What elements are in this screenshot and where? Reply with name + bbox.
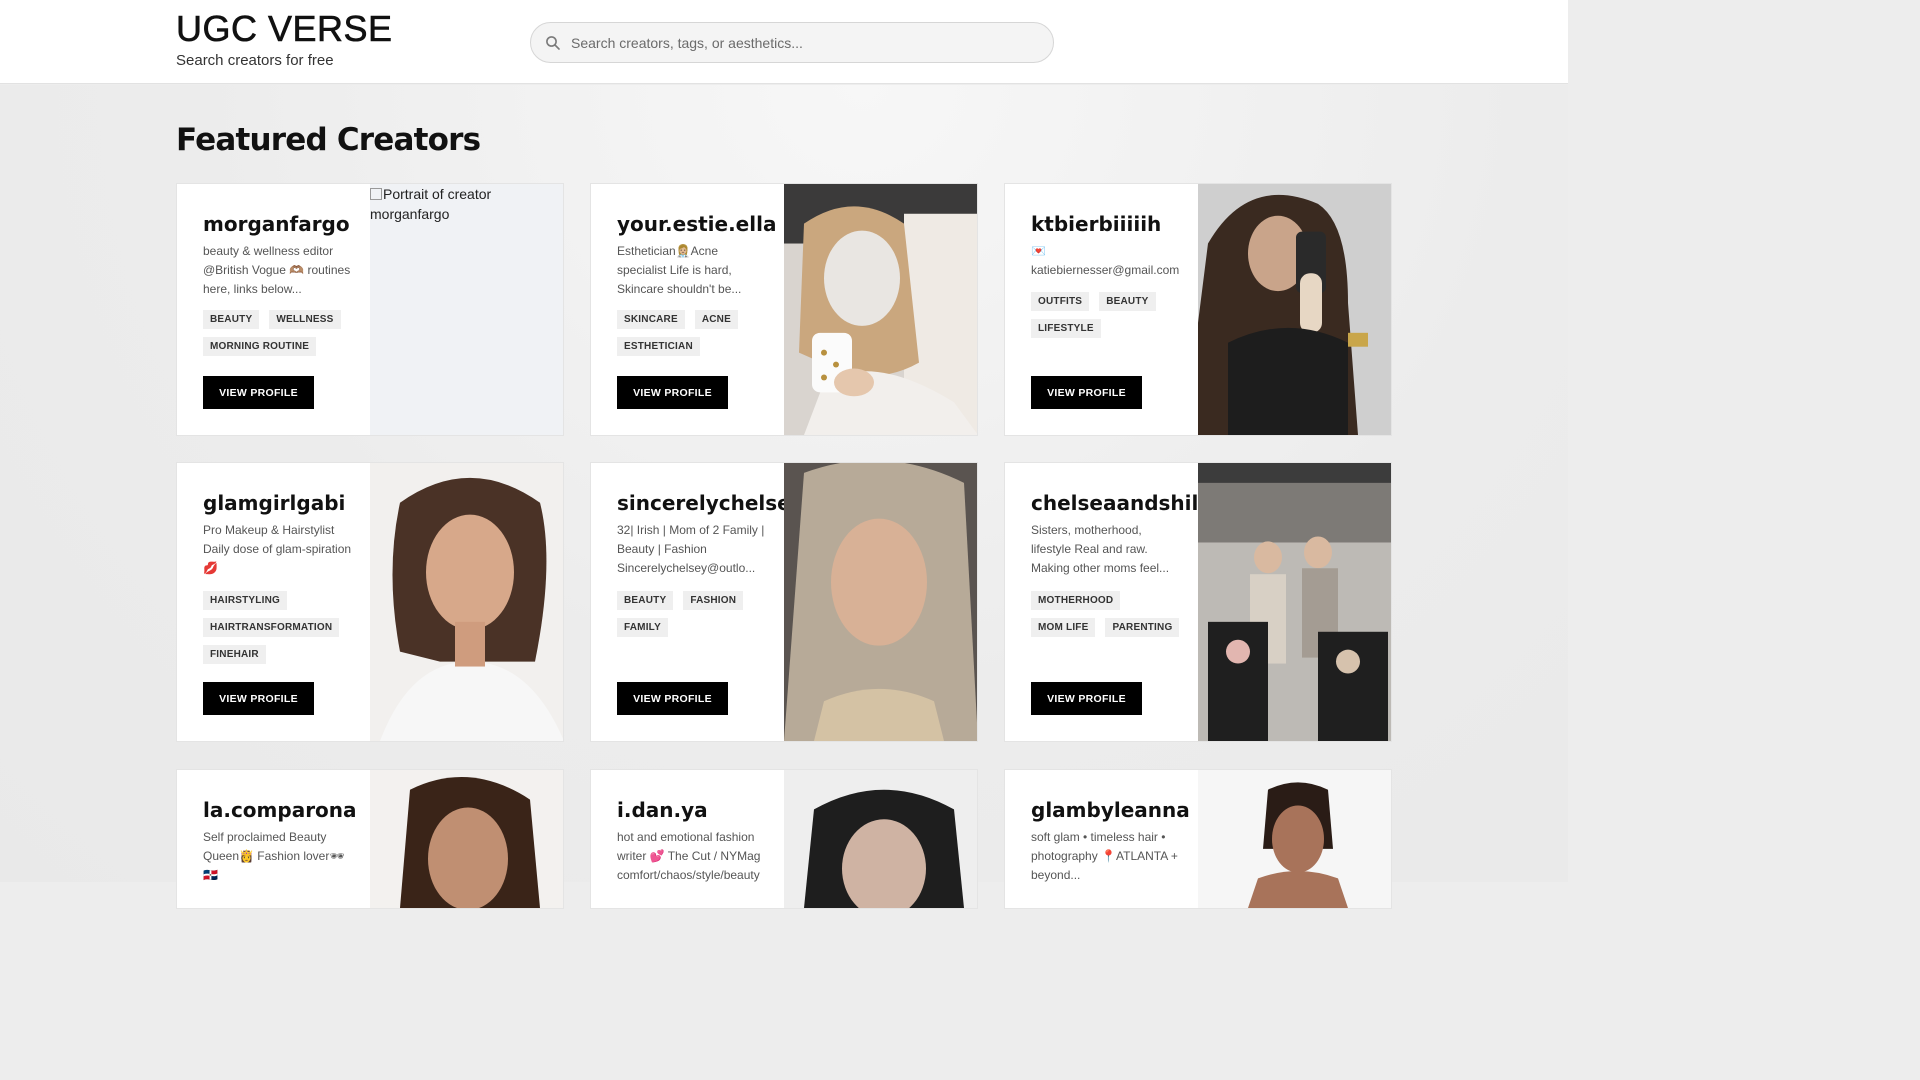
portrait-image xyxy=(1198,463,1391,741)
creator-tags: OUTFITS BEAUTY LIFESTYLE xyxy=(1031,292,1181,338)
tag[interactable]: MORNING ROUTINE xyxy=(203,337,317,356)
section-title: Featured Creators xyxy=(176,122,481,158)
portrait-image xyxy=(784,184,977,435)
view-profile-button[interactable]: VIEW PROFILE xyxy=(617,376,728,409)
creator-bio: Esthetician👩🏼‍⚕️Acne specialist Life is … xyxy=(617,244,742,296)
brand-tagline: Search creators for free xyxy=(176,52,334,69)
creator-photo[interactable] xyxy=(370,770,563,908)
tag[interactable]: WELLNESS xyxy=(269,310,341,329)
tag[interactable]: SKINCARE xyxy=(617,310,685,329)
tag[interactable]: BEAUTY xyxy=(617,591,674,610)
tag[interactable]: MOM LIFE xyxy=(1031,618,1096,637)
creator-card[interactable]: your.estie.ella Esthetician👩🏼‍⚕️Acne spe… xyxy=(590,183,978,436)
creator-bio: Sisters, motherhood, lifestyle Real and … xyxy=(1031,523,1170,575)
creator-handle[interactable]: la.comparona xyxy=(203,798,357,822)
view-profile-button[interactable]: VIEW PROFILE xyxy=(1031,376,1142,409)
creator-bio: 💌 katiebiernesser@gmail.com xyxy=(1031,244,1180,277)
tag[interactable]: LIFESTYLE xyxy=(1031,319,1101,338)
search-input[interactable] xyxy=(571,34,1031,51)
creator-tags: BEAUTY WELLNESS MORNING ROUTINE xyxy=(203,310,353,356)
creator-card[interactable]: sincerelychelsey 32| Irish | Mom of 2 Fa… xyxy=(590,462,978,742)
creator-photo[interactable] xyxy=(1198,770,1391,908)
brand-title[interactable]: UGC VERSE xyxy=(176,9,393,48)
photo-alt-text: Portrait of creator morganfargo xyxy=(370,184,563,224)
portrait-image xyxy=(370,770,563,908)
creator-bio: Pro Makeup & Hairstylist Daily dose of g… xyxy=(203,523,352,575)
creator-photo[interactable] xyxy=(784,770,977,908)
brand[interactable]: UGC VERSE Search creators for free xyxy=(176,9,393,69)
creator-bio: soft glam • timeless hair • photography … xyxy=(1031,830,1178,882)
tag[interactable]: ESTHETICIAN xyxy=(617,337,700,356)
creator-card[interactable]: ktbierbiiiiih 💌 katiebiernesser@gmail.co… xyxy=(1004,183,1392,436)
creator-handle[interactable]: i.dan.ya xyxy=(617,798,708,822)
tag[interactable]: FASHION xyxy=(683,591,744,610)
creator-handle[interactable]: sincerelychelsey xyxy=(617,491,804,515)
creator-handle[interactable]: ktbierbiiiiih xyxy=(1031,212,1161,236)
creator-bio: Self proclaimed Beauty Queen👸 Fashion lo… xyxy=(203,830,345,882)
creator-tags: SKINCARE ACNE ESTHETICIAN xyxy=(617,310,767,356)
creator-photo[interactable] xyxy=(370,463,563,741)
creator-photo[interactable]: Portrait of creator morganfargo xyxy=(370,184,563,435)
creator-bio: 32| Irish | Mom of 2 Family | Beauty | F… xyxy=(617,523,765,575)
creator-card[interactable]: morganfargo beauty & wellness editor @Br… xyxy=(176,183,564,436)
creator-photo[interactable] xyxy=(1198,184,1391,435)
creator-tags: MOTHERHOOD MOM LIFE PARENTING xyxy=(1031,591,1181,637)
tag[interactable]: PARENTING xyxy=(1105,618,1180,637)
tag[interactable]: HAIRTRANSFORMATION xyxy=(203,618,340,637)
tag[interactable]: MOTHERHOOD xyxy=(1031,591,1121,610)
tag[interactable]: OUTFITS xyxy=(1031,292,1090,311)
tag[interactable]: BEAUTY xyxy=(1099,292,1156,311)
tag[interactable]: HAIRSTYLING xyxy=(203,591,287,610)
view-profile-button[interactable]: VIEW PROFILE xyxy=(203,682,314,715)
creator-card[interactable]: glamgirlgabi Pro Makeup & Hairstylist Da… xyxy=(176,462,564,742)
portrait-image xyxy=(784,770,977,908)
creator-handle[interactable]: your.estie.ella xyxy=(617,212,776,236)
portrait-image xyxy=(1198,184,1391,435)
creator-bio: beauty & wellness editor @British Vogue … xyxy=(203,244,351,296)
tag[interactable]: FAMILY xyxy=(617,618,668,637)
creator-card[interactable]: la.comparona Self proclaimed Beauty Quee… xyxy=(176,769,564,909)
creator-tags: BEAUTY FASHION FAMILY xyxy=(617,591,767,637)
creator-photo[interactable] xyxy=(784,184,977,435)
creator-card[interactable]: i.dan.ya hot and emotional fashion write… xyxy=(590,769,978,909)
creator-handle[interactable]: glamgirlgabi xyxy=(203,491,345,515)
search-bar[interactable] xyxy=(530,22,1054,63)
creator-card[interactable]: chelseaandshiloh Sisters, motherhood, li… xyxy=(1004,462,1392,742)
top-bar: UGC VERSE Search creators for free xyxy=(0,0,1568,84)
tag[interactable]: BEAUTY xyxy=(203,310,260,329)
view-profile-button[interactable]: VIEW PROFILE xyxy=(1031,682,1142,715)
creator-handle[interactable]: glambyleanna xyxy=(1031,798,1190,822)
tag[interactable]: FINEHAIR xyxy=(203,645,266,664)
creator-card[interactable]: glambyleanna soft glam • timeless hair •… xyxy=(1004,769,1392,909)
portrait-image xyxy=(784,463,977,741)
creator-photo[interactable] xyxy=(1198,463,1391,741)
portrait-image xyxy=(370,463,563,741)
creator-photo[interactable] xyxy=(784,463,977,741)
creator-tags: HAIRSTYLING HAIRTRANSFORMATION FINEHAIR xyxy=(203,591,363,664)
photo-alt-label: Portrait of creator morganfargo xyxy=(370,186,492,222)
tag[interactable]: ACNE xyxy=(694,310,738,329)
view-profile-button[interactable]: VIEW PROFILE xyxy=(617,682,728,715)
broken-image-icon xyxy=(370,188,382,200)
search-icon xyxy=(546,35,560,50)
creator-handle[interactable]: morganfargo xyxy=(203,212,350,236)
creator-bio: hot and emotional fashion writer 💕 The C… xyxy=(617,830,761,882)
portrait-image xyxy=(1198,770,1391,908)
view-profile-button[interactable]: VIEW PROFILE xyxy=(203,376,314,409)
